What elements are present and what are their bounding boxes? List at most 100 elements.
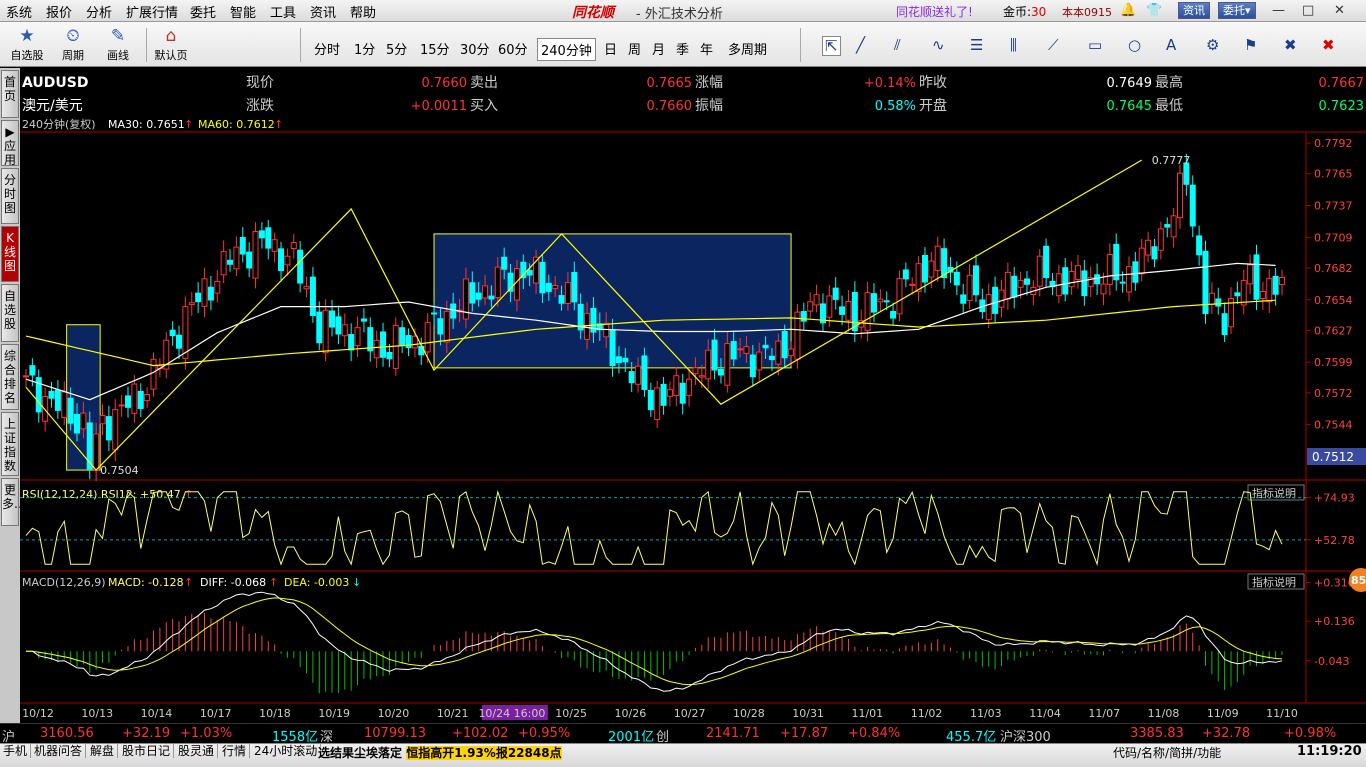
channel-icon[interactable]: ▭ xyxy=(1088,36,1102,54)
draw-line-button[interactable]: ✎ 画线 xyxy=(97,25,139,65)
flag-icon[interactable]: ✖ xyxy=(1284,36,1297,54)
period-button[interactable]: ⏲ 周期 xyxy=(52,25,94,65)
menu-trade[interactable]: 委托 xyxy=(190,2,216,21)
candle-body xyxy=(902,269,909,280)
candle-body xyxy=(635,365,642,385)
parallel-line-icon[interactable]: ⫽ xyxy=(894,36,901,54)
candle-body xyxy=(431,312,438,315)
menu-quote[interactable]: 报价 xyxy=(46,2,72,21)
status-quotes[interactable]: 行情 xyxy=(219,744,251,758)
wave-icon[interactable]: ∿ xyxy=(932,36,945,54)
rectangle-icon[interactable]: ○ xyxy=(1128,36,1141,54)
candle-body xyxy=(558,295,565,304)
tab-more[interactable]: 更多… xyxy=(1,478,26,526)
ticker-cy-pct: +0.84% xyxy=(848,726,901,741)
coins-value: 30 xyxy=(1031,5,1047,19)
low-label: 0.7504 xyxy=(100,464,139,477)
menu-analysis[interactable]: 分析 xyxy=(86,2,112,21)
arrow-up-icon: ↑ xyxy=(274,118,283,131)
tab-shanghai-index[interactable]: 上证指数 xyxy=(1,412,19,476)
settings-icon[interactable]: ⚑ xyxy=(1244,36,1257,54)
delete-icon[interactable]: ✖ xyxy=(1322,36,1335,54)
menu-extended-quote[interactable]: 扩展行情 xyxy=(126,2,178,21)
candle-body xyxy=(794,311,801,360)
period-label: 周期 xyxy=(62,49,84,62)
candle-body xyxy=(150,358,157,390)
menu-help[interactable]: 帮助 xyxy=(350,2,376,21)
period-1min[interactable]: 1分 xyxy=(351,38,378,59)
news-button[interactable]: 资讯 xyxy=(1178,2,1210,19)
ticker-hs300-change: +32.78 xyxy=(1202,726,1251,741)
candle-body xyxy=(182,306,189,359)
period-month[interactable]: 月 xyxy=(649,38,668,59)
tab-ranking[interactable]: 综合排名 xyxy=(1,344,19,410)
candle-body xyxy=(125,395,132,408)
code-search-input[interactable]: 代码/名称/简拼/功能 xyxy=(1113,744,1221,760)
tab-timeshare[interactable]: 分时图 xyxy=(1,168,19,224)
period-day[interactable]: 日 xyxy=(601,38,620,59)
candle-body xyxy=(227,259,234,265)
label-prev-close: 昨收 xyxy=(919,75,947,91)
news-scroller[interactable]: 选结果尘埃落定 恒指高开1.93%报22848点 xyxy=(318,744,562,761)
candle-body xyxy=(1011,275,1018,298)
candle-body xyxy=(271,239,278,252)
date-tick-label: 10/18 xyxy=(259,707,291,720)
status-24h-news[interactable]: 24小时滚动 xyxy=(251,744,322,758)
tab-home[interactable]: 首页 xyxy=(1,70,19,118)
period-week[interactable]: 周 xyxy=(625,38,644,59)
price-tick-label: 0.7654 xyxy=(1314,294,1353,307)
tab-apps[interactable]: ▶应用 xyxy=(1,120,19,167)
cursor-icon[interactable]: ⇱ xyxy=(822,36,841,56)
trade-button[interactable]: 委托▾ xyxy=(1218,2,1256,19)
maximize-button[interactable]: □ xyxy=(1302,3,1314,18)
period-5min[interactable]: 5分 xyxy=(383,38,410,59)
promo-link[interactable]: 同花顺送礼了! xyxy=(896,3,973,20)
period-timeshare[interactable]: 分时 xyxy=(311,38,343,59)
candle-body xyxy=(118,404,125,407)
candle-body xyxy=(309,276,316,316)
tab-kline[interactable]: K线图 xyxy=(1,226,19,282)
date-tick-label: 10/20 xyxy=(378,707,410,720)
bell-icon[interactable]: 🔔 xyxy=(1120,3,1136,18)
candle-body xyxy=(61,391,68,419)
minimize-button[interactable]: — xyxy=(1272,3,1285,18)
candle-body xyxy=(360,318,367,322)
candle-body xyxy=(526,269,533,276)
fibonacci-icon[interactable]: ☰ xyxy=(970,36,983,54)
period-30min[interactable]: 30分 xyxy=(457,38,493,59)
candle-body xyxy=(1100,283,1107,295)
menu-system[interactable]: 系统 xyxy=(6,2,32,21)
period-year[interactable]: 年 xyxy=(697,38,716,59)
status-mobile[interactable]: 手机 xyxy=(0,744,32,758)
status-robot-qa[interactable]: 机器问答 xyxy=(31,744,87,758)
watchlist-button[interactable]: ★ 自选股 xyxy=(6,25,48,65)
default-page-button[interactable]: ⌂ 默认页 xyxy=(150,25,192,65)
gann-fan-icon[interactable]: ⟋ xyxy=(1048,36,1059,54)
ellipse-icon[interactable]: A xyxy=(1166,36,1176,54)
menu-tools[interactable]: 工具 xyxy=(270,2,296,21)
candle-body xyxy=(641,355,648,390)
status-market-commentary[interactable]: 解盘 xyxy=(87,744,119,758)
candle-body xyxy=(609,329,616,367)
period-15min[interactable]: 15分 xyxy=(417,38,453,59)
period-quarter[interactable]: 季 xyxy=(673,38,692,59)
period-60min[interactable]: 60分 xyxy=(495,38,531,59)
label-change-pct: 涨幅 xyxy=(695,75,723,91)
candle-body xyxy=(1279,277,1285,286)
close-button[interactable]: ✕ xyxy=(1334,3,1345,18)
candle-body xyxy=(341,324,348,337)
chart-area[interactable]: AUDUSD 澳元/美元 现价 0.7660 卖出 0.7665 涨幅 +0.1… xyxy=(20,68,1366,723)
menu-smart[interactable]: 智能 xyxy=(230,2,256,21)
period-lines-icon[interactable]: ⫼ xyxy=(1010,36,1017,54)
period-240min[interactable]: 240分钟 xyxy=(537,38,596,61)
menu-news[interactable]: 资讯 xyxy=(310,2,336,21)
line-tool-icon[interactable]: ╱ xyxy=(856,36,865,54)
period-multi[interactable]: 多周期 xyxy=(725,38,770,59)
clock-icon: ⏲ xyxy=(66,26,80,46)
text-icon[interactable]: ⚙ xyxy=(1206,36,1219,54)
arrow-down-icon: ↓ xyxy=(352,576,361,589)
status-stock-diary[interactable]: 股市日记 xyxy=(119,744,175,758)
tab-watchlist[interactable]: 自选股 xyxy=(1,284,19,342)
shirt-icon[interactable]: 👕 xyxy=(1146,3,1162,18)
status-stock-link[interactable]: 股灵通 xyxy=(175,744,219,758)
